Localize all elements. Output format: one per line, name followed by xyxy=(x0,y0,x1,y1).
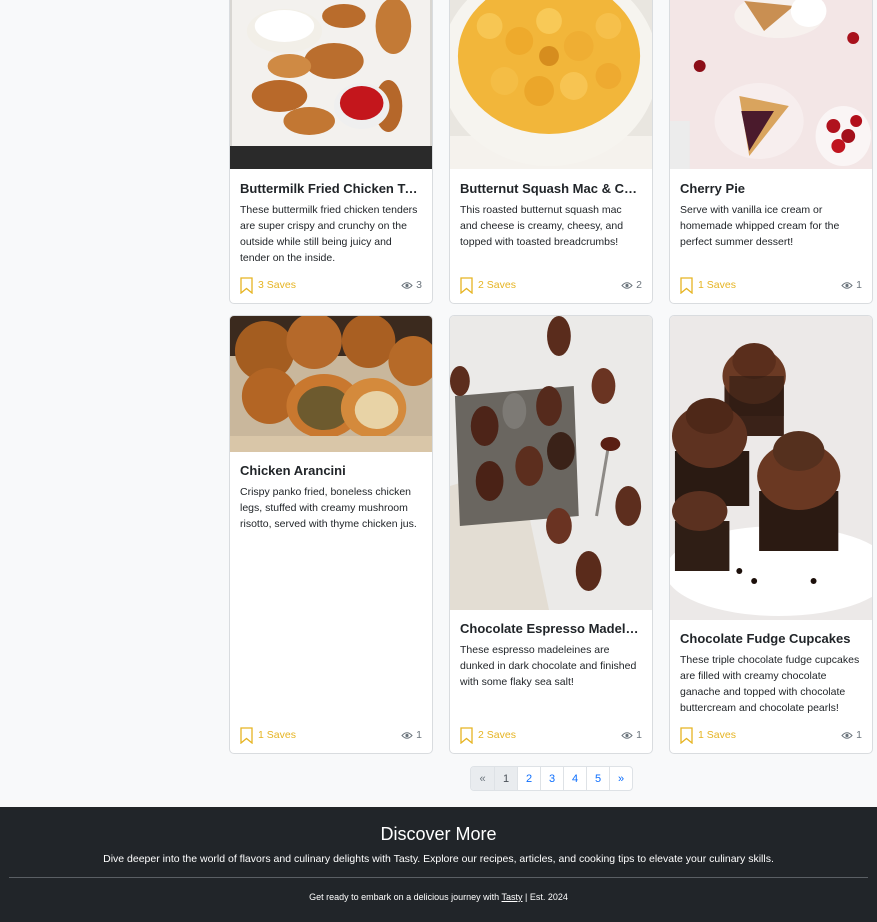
views-indicator: 1 xyxy=(841,729,862,741)
views-indicator: 1 xyxy=(401,729,422,741)
recipe-card[interactable]: Chocolate Fudge Cupcakes These triple ch… xyxy=(669,315,873,754)
recipe-description: Crispy panko fried, boneless chicken leg… xyxy=(240,486,417,530)
recipe-card[interactable]: Chocolate Espresso Madelei... These espr… xyxy=(449,315,653,754)
bookmark-icon xyxy=(680,276,693,294)
pagination-page-1[interactable]: 1 xyxy=(494,767,517,790)
saves-count: 1 Saves xyxy=(258,729,296,741)
recipe-title[interactable]: Buttermilk Fried Chicken Te... xyxy=(240,181,422,196)
card-footer: 1 Saves 1 xyxy=(240,726,422,744)
pagination-next-button[interactable]: » xyxy=(609,767,632,790)
recipe-title[interactable]: Chicken Arancini xyxy=(240,463,422,478)
bookmark-icon xyxy=(240,726,253,744)
recipe-image-arancini[interactable] xyxy=(230,316,432,452)
card-footer: 2 Saves 2 xyxy=(460,276,642,294)
views-count: 1 xyxy=(416,729,422,741)
recipe-image-cupcakes[interactable] xyxy=(670,316,872,620)
recipe-card[interactable]: Buttermilk Fried Chicken Te... These but… xyxy=(229,0,433,304)
recipe-card[interactable]: Chicken Arancini Crispy panko fried, bon… xyxy=(229,315,433,754)
pagination: « 1 2 3 4 5 » xyxy=(470,766,633,791)
recipe-description: These buttermilk fried chicken tenders a… xyxy=(240,204,418,264)
bookmark-icon xyxy=(460,726,473,744)
views-indicator: 1 xyxy=(841,279,862,291)
eye-icon xyxy=(621,281,633,289)
pagination-page-4[interactable]: 4 xyxy=(563,767,586,790)
views-count: 1 xyxy=(856,729,862,741)
footer-divider xyxy=(9,877,868,878)
bookmark-icon xyxy=(240,276,253,294)
recipe-image-cherry-pie[interactable] xyxy=(670,0,872,169)
views-indicator: 1 xyxy=(621,729,642,741)
pagination-page-5[interactable]: 5 xyxy=(586,767,609,790)
save-button[interactable]: 1 Saves xyxy=(240,726,296,744)
views-count: 1 xyxy=(856,279,862,291)
bookmark-icon xyxy=(680,726,693,744)
pagination-page-3[interactable]: 3 xyxy=(540,767,563,790)
footer-copyright: Get ready to embark on a delicious journ… xyxy=(0,892,877,902)
views-count: 1 xyxy=(636,729,642,741)
recipe-description: This roasted butternut squash mac and ch… xyxy=(460,204,624,248)
card-footer: 1 Saves 1 xyxy=(680,276,862,294)
views-count: 2 xyxy=(636,279,642,291)
save-button[interactable]: 2 Saves xyxy=(460,276,516,294)
recipe-title[interactable]: Butternut Squash Mac & Ch... xyxy=(460,181,642,196)
recipe-image-fried-chicken[interactable] xyxy=(230,0,432,169)
copyright-suffix: | Est. 2024 xyxy=(522,892,568,902)
card-footer: 3 Saves 3 xyxy=(240,276,422,294)
save-button[interactable]: 1 Saves xyxy=(680,276,736,294)
recipe-description: Serve with vanilla ice cream or homemade… xyxy=(680,204,840,248)
save-button[interactable]: 1 Saves xyxy=(680,726,736,744)
card-footer: 2 Saves 1 xyxy=(460,726,642,744)
saves-count: 1 Saves xyxy=(698,729,736,741)
eye-icon xyxy=(841,731,853,739)
pagination-page-2[interactable]: 2 xyxy=(517,767,540,790)
bookmark-icon xyxy=(460,276,473,294)
eye-icon xyxy=(841,281,853,289)
recipe-card[interactable]: Butternut Squash Mac & Ch... This roaste… xyxy=(449,0,653,304)
pagination-prev-button[interactable]: « xyxy=(471,767,494,790)
recipe-title[interactable]: Cherry Pie xyxy=(680,181,862,196)
saves-count: 2 Saves xyxy=(478,729,516,741)
footer-heading: Discover More xyxy=(380,824,497,844)
recipe-image-mac-and-cheese[interactable] xyxy=(450,0,652,169)
sidebar xyxy=(0,0,214,807)
recipe-title[interactable]: Chocolate Espresso Madelei... xyxy=(460,621,642,636)
eye-icon xyxy=(621,731,633,739)
views-count: 3 xyxy=(416,279,422,291)
brand-link[interactable]: Tasty xyxy=(502,892,523,902)
site-footer: Discover More Dive deeper into the world… xyxy=(0,807,877,922)
recipe-title[interactable]: Chocolate Fudge Cupcakes xyxy=(680,631,862,646)
save-button[interactable]: 3 Saves xyxy=(240,276,296,294)
recipe-description: These espresso madeleines are dunked in … xyxy=(460,644,637,688)
views-indicator: 2 xyxy=(621,279,642,291)
copyright-prefix: Get ready to embark on a delicious journ… xyxy=(309,892,502,902)
card-footer: 1 Saves 1 xyxy=(680,726,862,744)
eye-icon xyxy=(401,281,413,289)
eye-icon xyxy=(401,731,413,739)
saves-count: 1 Saves xyxy=(698,279,736,291)
recipe-card[interactable]: Cherry Pie Serve with vanilla ice cream … xyxy=(669,0,873,304)
main-content: Buttermilk Fried Chicken Te... These but… xyxy=(0,0,877,807)
recipe-description: These triple chocolate fudge cupcakes ar… xyxy=(680,654,860,714)
footer-tagline: Dive deeper into the world of flavors an… xyxy=(103,853,774,865)
saves-count: 2 Saves xyxy=(478,279,516,291)
save-button[interactable]: 2 Saves xyxy=(460,726,516,744)
views-indicator: 3 xyxy=(401,279,422,291)
saves-count: 3 Saves xyxy=(258,279,296,291)
recipe-image-madeleines[interactable] xyxy=(450,316,652,610)
